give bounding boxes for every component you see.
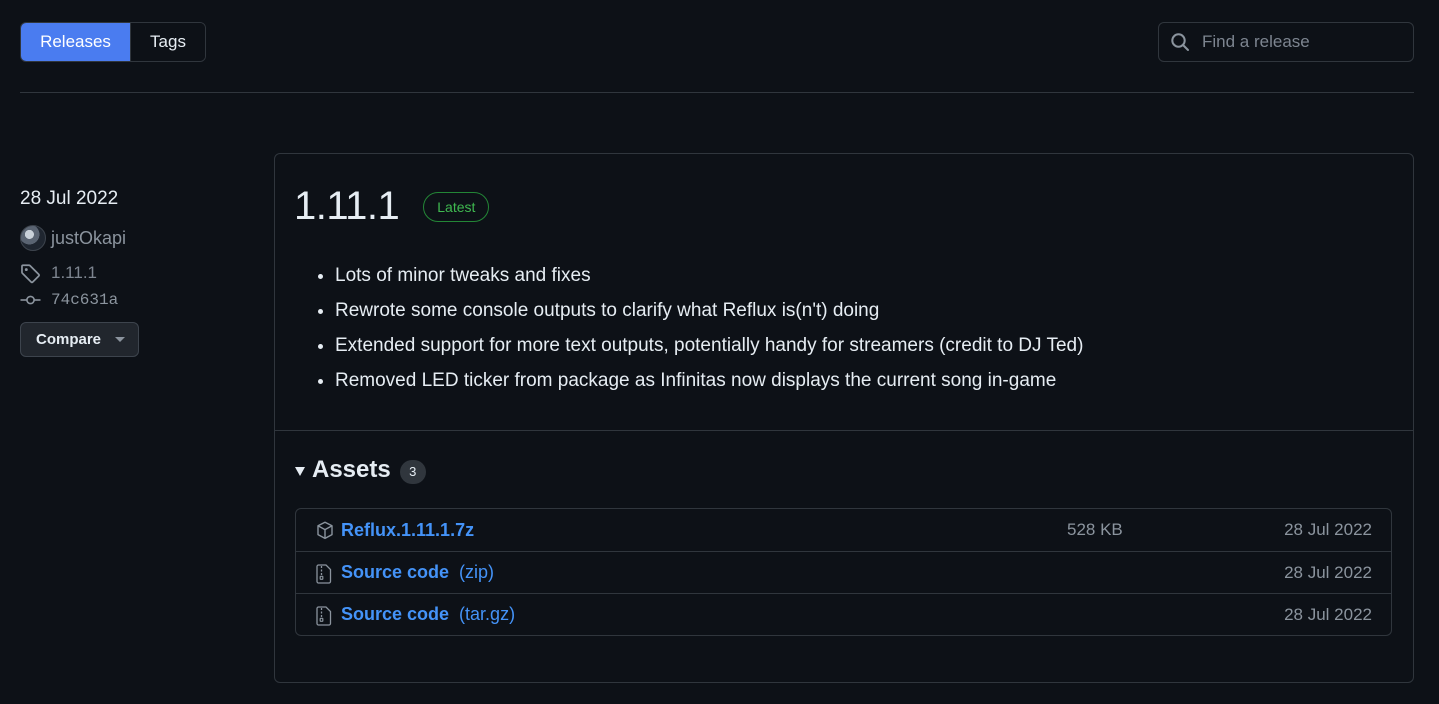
file-zip-icon [316, 606, 332, 626]
release-notes: Lots of minor tweaks and fixes Rewrote s… [335, 258, 1083, 398]
list-item: Lots of minor tweaks and fixes [335, 258, 1083, 293]
asset-date: 28 Jul 2022 [1284, 604, 1372, 624]
release-title[interactable]: 1.11.1 [294, 184, 400, 229]
asset-link[interactable]: Reflux.1.11.1.7z [341, 520, 484, 541]
release-sidebar: 28 Jul 2022 justOkapi 1.11.1 74c631a Com… [20, 186, 250, 357]
release-tag[interactable]: 1.11.1 [20, 260, 250, 286]
tag-label[interactable]: 1.11.1 [51, 263, 97, 283]
triangle-down-icon [295, 466, 305, 476]
asset-name[interactable]: Source code [341, 562, 449, 582]
list-item: Source code (tar.gz) 28 Jul 2022 [296, 593, 1391, 635]
commit-icon [20, 295, 41, 305]
asset-name[interactable]: Reflux.1.11.1.7z [341, 520, 474, 540]
asset-date: 28 Jul 2022 [1284, 520, 1372, 539]
assets-list: Reflux.1.11.1.7z 528 KB 28 Jul 2022 Sour… [295, 508, 1392, 636]
list-item: Rewrote some console outputs to clarify … [335, 293, 1083, 328]
chevron-down-icon [115, 337, 126, 342]
releases-toolbar: Releases Tags [20, 22, 1414, 62]
commit-sha[interactable]: 74c631a [51, 291, 118, 309]
compare-button[interactable]: Compare [20, 322, 139, 357]
list-item: Source code (zip) 28 Jul 2022 [296, 551, 1391, 593]
release-search[interactable] [1158, 22, 1414, 62]
package-icon [317, 521, 333, 540]
author-name[interactable]: justOkapi [51, 228, 126, 249]
release-header: 1.11.1 Latest [294, 184, 490, 229]
compare-label: Compare [36, 331, 102, 348]
asset-size: 528 KB [1067, 520, 1123, 539]
tab-releases[interactable]: Releases [21, 23, 130, 61]
tab-tags[interactable]: Tags [130, 23, 205, 61]
release-date: 28 Jul 2022 [20, 188, 119, 209]
file-zip-icon [316, 564, 332, 584]
release-commit[interactable]: 74c631a [20, 288, 250, 312]
assets-title: Assets [312, 456, 391, 483]
asset-link[interactable]: Source code (zip) [341, 562, 494, 583]
release-card: 1.11.1 Latest Lots of minor tweaks and f… [274, 153, 1414, 683]
card-divider [275, 430, 1413, 431]
releases-tags-switch: Releases Tags [20, 22, 206, 62]
asset-link[interactable]: Source code (tar.gz) [341, 604, 515, 625]
assets-count: 3 [399, 459, 426, 484]
list-item: Removed LED ticker from package as Infin… [335, 363, 1083, 398]
latest-badge: Latest [423, 191, 490, 222]
search-input[interactable] [1202, 32, 1402, 52]
header-divider [20, 92, 1414, 93]
asset-name[interactable]: Source code [341, 604, 449, 624]
asset-ext[interactable]: (tar.gz) [459, 604, 515, 624]
release-author[interactable]: justOkapi [20, 224, 250, 252]
asset-date: 28 Jul 2022 [1284, 562, 1372, 582]
search-icon [1171, 33, 1189, 51]
list-item: Extended support for more text outputs, … [335, 328, 1083, 363]
assets-toggle[interactable]: Assets 3 [295, 456, 426, 484]
list-item: Reflux.1.11.1.7z 528 KB 28 Jul 2022 [296, 509, 1391, 551]
asset-ext[interactable]: (zip) [459, 562, 494, 582]
tag-icon [21, 263, 40, 283]
avatar[interactable] [20, 225, 46, 251]
